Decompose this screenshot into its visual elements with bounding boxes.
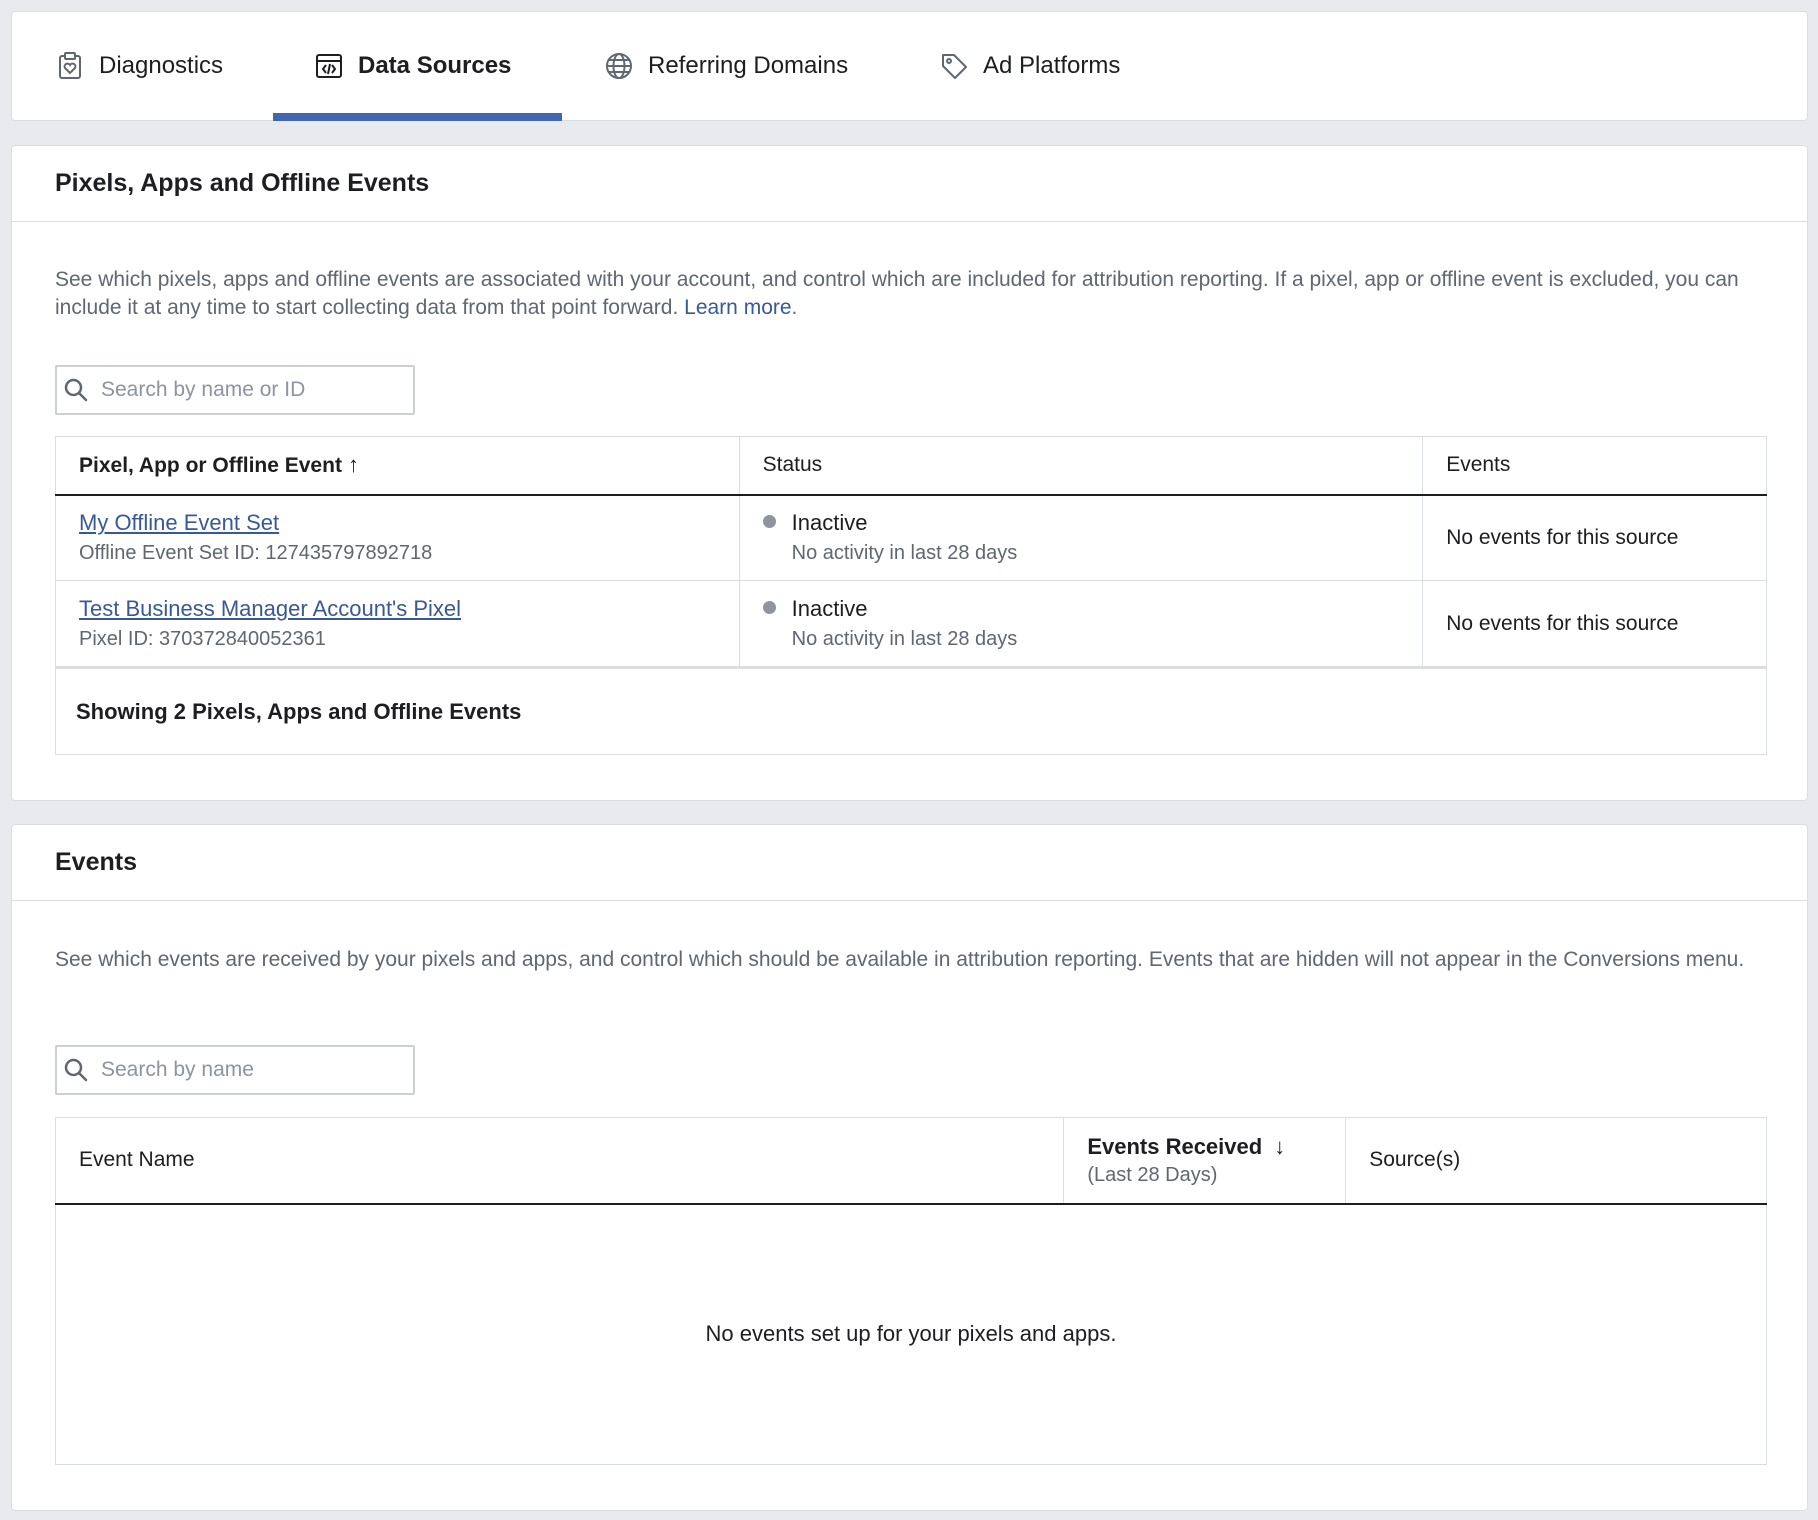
column-header-name[interactable]: Pixel, App or Offline Event ↑ [55, 436, 740, 496]
arrow-down-icon: ↓ [1274, 1133, 1286, 1159]
search-icon [63, 1057, 89, 1083]
column-header-events[interactable]: Events [1422, 436, 1767, 496]
source-name-link[interactable]: Test Business Manager Account's Pixel [79, 596, 739, 622]
column-header-event-name[interactable]: Event Name [54, 1117, 1065, 1205]
tab-label: Data Sources [358, 52, 512, 79]
table-footer-row: Showing 2 Pixels, Apps and Offline Event… [55, 666, 1767, 755]
tab-data-sources[interactable]: Data Sources [314, 12, 511, 120]
pixels-table: Pixel, App or Offline Event ↑ Status Even… [55, 436, 1767, 755]
column-header-sources[interactable]: Source(s) [1345, 1117, 1767, 1205]
table-row: My Offline Event Set Offline Event Set I… [55, 494, 1767, 581]
search-icon [63, 377, 89, 403]
column-label: Events Received [1087, 1133, 1263, 1159]
tab-referring-domains[interactable]: Referring Domains [604, 12, 848, 120]
status-dot [762, 514, 776, 528]
source-id: Offline Event Set ID: 127435797892718 [79, 542, 433, 565]
events-cell: No events for this source [1422, 494, 1767, 581]
empty-row: No events set up for your pixels and app… [55, 1203, 1767, 1465]
source-id: Pixel ID: 370372840052361 [79, 628, 326, 650]
tab-label: Referring Domains [648, 52, 849, 79]
event-search-field[interactable] [55, 1045, 415, 1095]
tag-icon [939, 51, 969, 81]
column-header-events-received[interactable]: Events Received ↓ (Last 28 Days) [1063, 1117, 1347, 1205]
empty-state-message: No events set up for your pixels and app… [55, 1203, 1767, 1465]
status-cell: Inactive No activity in last 28 days [738, 494, 1424, 581]
tab-diagnostics[interactable]: Diagnostics [55, 12, 223, 120]
column-sublabel: (Last 28 Days) [1087, 1163, 1218, 1186]
section-description: See which events are received by your pi… [55, 948, 1745, 971]
column-label: Pixel, App or Offline Event [79, 454, 342, 478]
tab-label: Ad Platforms [983, 52, 1121, 79]
status-cell: Inactive No activity in last 28 days [738, 580, 1424, 668]
status-text: Inactive [791, 596, 868, 621]
arrow-up-icon: ↑ [347, 452, 359, 478]
events-table: Event Name Events Received ↓ (Last 28 Day… [54, 1117, 1767, 1465]
source-cell: Test Business Manager Account's Pixel Pi… [55, 580, 740, 668]
results-count: Showing 2 Pixels, Apps and Offline Event… [55, 666, 1767, 755]
event-search-input[interactable] [101, 1058, 401, 1082]
events-cell: No events for this source [1422, 580, 1767, 668]
status-text: Inactive [791, 510, 868, 536]
tab-label: Diagnostics [99, 52, 224, 79]
code-window-icon [314, 51, 344, 81]
tab-bar: Diagnostics Data Sources Referring Domai… [11, 11, 1808, 121]
pixels-section: Pixels, Apps and Offline Events See whic… [11, 145, 1808, 801]
status-detail: No activity in last 28 days [791, 542, 1018, 565]
learn-more-suffix: . [791, 296, 798, 319]
source-name-link[interactable]: My Offline Event Set [79, 510, 739, 536]
tab-ad-platforms[interactable]: Ad Platforms [939, 12, 1120, 120]
events-section: Events See which events are received by … [11, 824, 1808, 1511]
table-row: Test Business Manager Account's Pixel Pi… [55, 580, 1767, 668]
source-cell: My Offline Event Set Offline Event Set I… [55, 494, 740, 581]
description-text: See which pixels, apps and offline event… [55, 268, 1739, 319]
section-title: Events [12, 825, 1807, 901]
section-title: Pixels, Apps and Offline Events [12, 146, 1807, 222]
clipboard-heart-icon [55, 51, 85, 81]
status-dot [762, 600, 776, 614]
globe-icon [604, 51, 634, 81]
active-tab-indicator [273, 113, 562, 121]
learn-more-link[interactable]: Learn more [684, 296, 791, 319]
column-header-status[interactable]: Status [738, 436, 1424, 496]
status-detail: No activity in last 28 days [791, 628, 1018, 650]
pixel-search-field[interactable] [55, 365, 415, 415]
section-description: See which pixels, apps and offline event… [55, 266, 1775, 322]
pixel-search-input[interactable] [101, 378, 401, 402]
